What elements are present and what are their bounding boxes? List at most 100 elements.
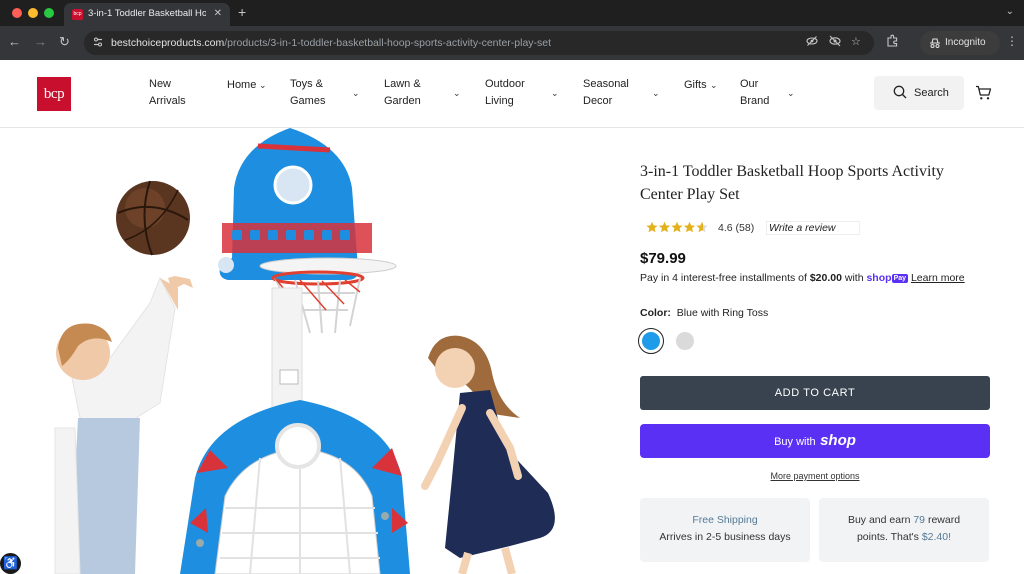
color-value: Blue with Ring Toss (676, 307, 769, 319)
nav-label: New (149, 78, 172, 90)
nav-label: Decor (583, 95, 613, 107)
nav-home[interactable]: Home (227, 77, 256, 94)
learn-more-link[interactable]: Learn more (911, 272, 965, 284)
nav-toys-games[interactable]: Toys & Games (290, 76, 325, 110)
product-image[interactable] (0, 128, 610, 574)
search-icon (893, 85, 907, 99)
accessibility-icon[interactable]: ♿ (0, 553, 21, 574)
nav-label: Seasonal (583, 78, 629, 90)
buy-with-shop-button[interactable]: Buy with shop (640, 424, 990, 458)
shop-pay-brand: shop (866, 272, 892, 284)
back-icon[interactable]: ← (8, 34, 21, 49)
star-rating-icon[interactable] (646, 220, 710, 234)
nav-label: Garden (384, 95, 421, 107)
boy-image (54, 276, 193, 574)
add-to-cart-button[interactable]: ADD TO CART (640, 376, 990, 410)
rewards-line2: points. That's $2.40! (819, 529, 989, 546)
nav-label: Games (290, 95, 326, 107)
rocket-backboard-image (218, 128, 372, 280)
pole-latch-image (279, 369, 299, 385)
site-header: bcp New Arrivals Home ⌄ Toys & Games ⌄ Law… (0, 60, 1024, 128)
chevron-down-icon[interactable]: ⌄ (787, 88, 795, 99)
browser-toolbar: ← → ↻ bestchoiceproducts.com/products/3-… (0, 26, 1024, 60)
tracking-protection-icon[interactable] (829, 35, 841, 50)
shop-pay-pill: Pay (891, 274, 909, 283)
rewards-line1: Buy and earn 79 reward (819, 512, 989, 529)
product-photo-illustration (54, 128, 555, 574)
nav-label: Our (740, 78, 759, 90)
nav-new-arrivals[interactable]: New Arrivals (149, 76, 186, 110)
installments-mid: with (841, 272, 867, 284)
girl-image (421, 335, 555, 574)
tab-title: 3-in-1 Toddler Basketball Hoop (88, 8, 206, 19)
color-label: Color: Blue with Ring Toss (640, 307, 768, 319)
incognito-label: Incognito (945, 37, 986, 48)
incognito-badge[interactable]: Incognito (920, 31, 1000, 55)
rewards-line2-pre: points. That's (856, 531, 922, 543)
close-window-button[interactable] (12, 8, 22, 18)
chevron-down-icon[interactable]: ⌄ (453, 88, 461, 99)
browser-tab[interactable]: bcp 3-in-1 Toddler Basketball Hoop ✕ (64, 3, 230, 26)
shop-logo: shop (820, 432, 856, 449)
swatch-gray[interactable] (672, 328, 698, 354)
swatch-blue[interactable] (638, 328, 664, 354)
search-label: Search (914, 87, 949, 99)
nav-outdoor-living[interactable]: Outdoor Living (485, 76, 525, 110)
address-bar[interactable]: bestchoiceproducts.com/products/3-in-1-t… (84, 31, 874, 55)
chevron-down-icon[interactable]: ⌄ (352, 88, 360, 99)
swatch-gray-fill (676, 332, 694, 350)
rewards-card: Buy and earn 79 reward points. That's $2… (819, 498, 989, 562)
shipping-title: Free Shipping (692, 514, 758, 526)
site-info-icon[interactable] (92, 36, 104, 48)
swatch-blue-fill (642, 332, 660, 350)
more-payment-link[interactable]: More payment options (770, 471, 859, 481)
nav-label: Arrivals (149, 95, 186, 107)
rewards-pre: Buy and earn (847, 514, 914, 526)
nav-label: Toys & (290, 78, 324, 90)
rewards-mid: reward (925, 514, 961, 526)
chevron-down-icon[interactable]: ⌄ (259, 80, 267, 91)
nav-label: Home (227, 79, 257, 91)
nav-our-brand[interactable]: Our Brand (740, 76, 769, 110)
soccer-goal-base-image (180, 400, 410, 574)
free-shipping-card: Free Shipping Arrives in 2-5 business da… (640, 498, 810, 562)
shop-pay-logo: shop Pay (866, 272, 909, 284)
rating-count[interactable]: 4.6 (58) (718, 222, 754, 234)
rewards-value: $2.40! (921, 531, 952, 543)
write-review-link[interactable]: Write a review (766, 221, 860, 235)
bookmark-star-icon[interactable]: ☆ (851, 35, 861, 48)
product-price: $79.99 (640, 250, 686, 267)
rewards-points: 79 (913, 514, 926, 526)
tab-close-icon[interactable]: ✕ (214, 8, 222, 19)
chevron-down-icon[interactable]: ⌄ (710, 80, 718, 91)
eye-slash-icon[interactable] (806, 35, 818, 50)
search-button[interactable]: Search (874, 76, 964, 110)
buy-with-label: Buy with (774, 436, 816, 448)
maximize-window-button[interactable] (44, 8, 54, 18)
nav-label: Gifts (684, 79, 707, 91)
shipping-subtitle: Arrives in 2-5 business days (659, 531, 791, 543)
more-payment-options[interactable]: More payment options (640, 471, 990, 481)
url-path: /products/3-in-1-toddler-basketball-hoop… (224, 37, 552, 49)
nav-lawn-garden[interactable]: Lawn & Garden (384, 76, 421, 110)
nav-gifts[interactable]: Gifts (684, 77, 707, 94)
browser-menu-icon[interactable]: ⋮ (1006, 34, 1018, 48)
tab-search-chevron-icon[interactable]: ⌄ (1006, 6, 1014, 17)
cart-icon[interactable] (975, 85, 992, 101)
extensions-icon[interactable] (886, 34, 899, 50)
url-text[interactable]: bestchoiceproducts.com/products/3-in-1-t… (111, 37, 551, 49)
bcp-logo[interactable]: bcp (37, 77, 71, 111)
minimize-window-button[interactable] (28, 8, 38, 18)
reload-icon[interactable]: ↻ (59, 34, 70, 50)
basketball-image (116, 180, 190, 256)
installment-amount: $20.00 (809, 272, 842, 284)
installments-text: Pay in 4 interest-free installments of $… (640, 272, 965, 284)
chevron-down-icon[interactable]: ⌄ (551, 88, 559, 99)
chevron-down-icon[interactable]: ⌄ (652, 88, 660, 99)
installments-pre: Pay in 4 interest-free installments of (640, 272, 810, 284)
new-tab-icon[interactable]: + (238, 4, 246, 20)
forward-icon[interactable]: → (34, 34, 47, 49)
nav-seasonal-decor[interactable]: Seasonal Decor (583, 76, 629, 110)
nav-label: Outdoor (485, 78, 525, 90)
nav-label: Lawn & (384, 78, 421, 90)
